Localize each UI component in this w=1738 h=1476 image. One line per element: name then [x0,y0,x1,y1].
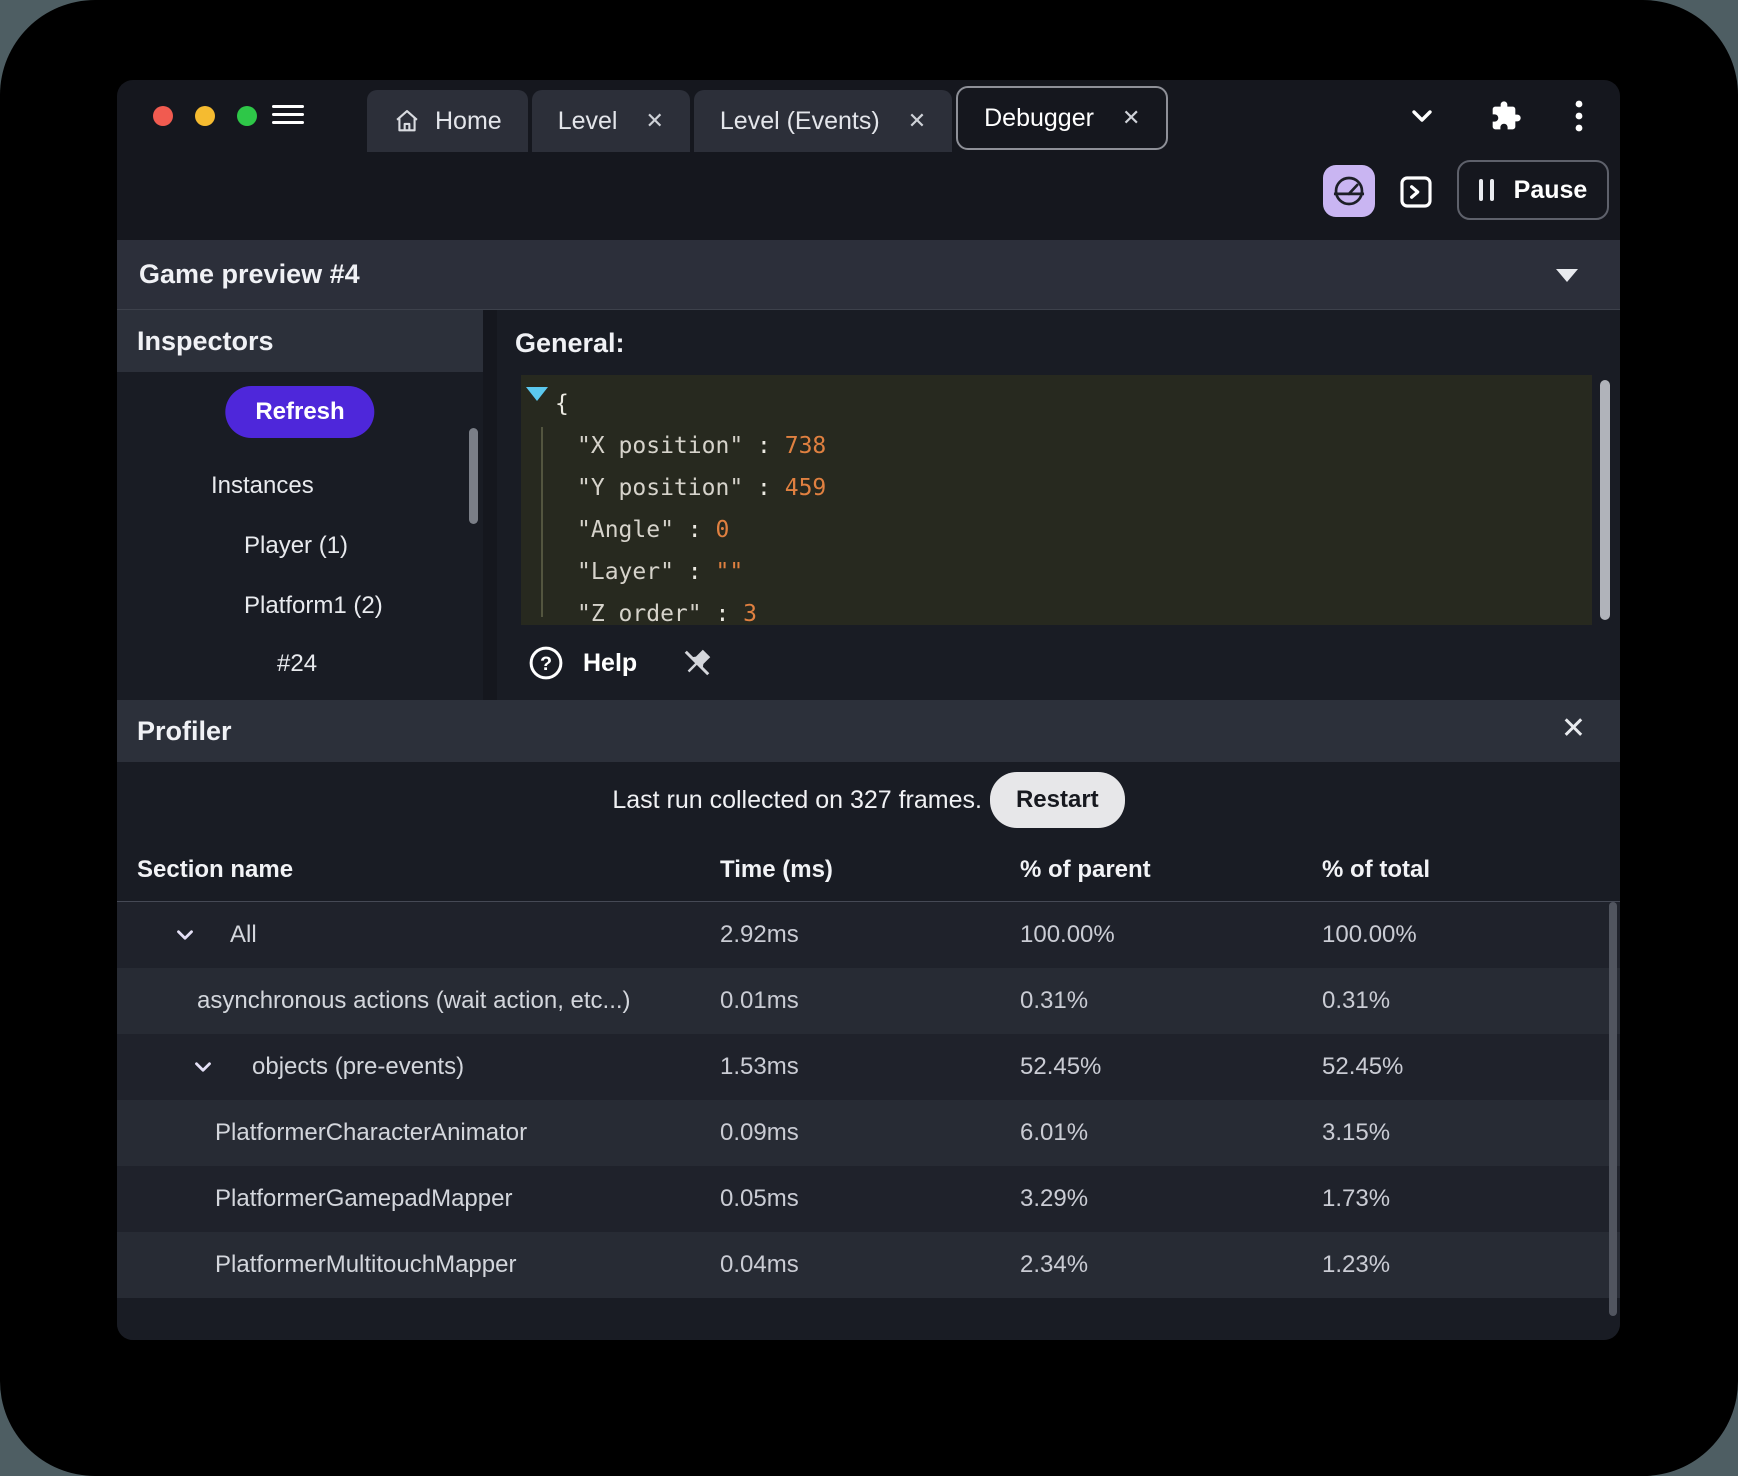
json-entry[interactable]: "Layer" : "" [521,551,1592,593]
tab-home[interactable]: Home [367,90,528,152]
game-preview-title: Game preview #4 [139,259,360,289]
pause-icon [1478,179,1494,201]
header-section-name: Section name [137,856,294,883]
kebab-menu-icon[interactable] [1574,99,1584,133]
tab-debugger[interactable]: Debugger ✕ [956,86,1169,150]
tab-label: Home [435,106,502,135]
json-entry[interactable]: "X position" : 738 [521,425,1592,467]
debugger-window: Home Level ✕ Level (Events) ✕ Debugger ✕ [117,80,1620,1340]
pause-label: Pause [1513,175,1588,204]
tree-item-24[interactable]: #24 [277,639,317,689]
properties-json-view: { "X position" : 738 "Y position" : 459 … [521,375,1592,627]
chevron-down-icon[interactable] [1406,100,1438,132]
indent-guide [541,427,543,617]
json-entry[interactable]: "Y position" : 459 [521,467,1592,509]
table-row[interactable]: All 2.92ms 100.00% 100.00% [117,902,1620,968]
header-pct-parent: % of parent [1020,856,1151,883]
svg-text:?: ? [540,653,552,675]
home-icon [396,110,418,132]
minimize-window-button[interactable] [195,106,215,126]
inspectors-panel: Inspectors Refresh Instances Player (1) … [117,310,483,700]
tab-label: Level [557,106,618,135]
tree-item-instances[interactable]: Instances [211,461,314,511]
close-window-button[interactable] [153,106,173,126]
preview-collapse-caret-icon[interactable] [1556,269,1578,282]
collapse-row-icon[interactable] [190,1054,216,1080]
help-row: ? Help [497,632,1620,694]
profiler-title: Profiler [137,715,232,746]
header-pct-total: % of total [1322,856,1430,883]
properties-scrollbar[interactable] [1600,380,1610,620]
header-time: Time (ms) [720,856,833,883]
tab-level-events[interactable]: Level (Events) ✕ [693,90,953,152]
close-tab-icon[interactable]: ✕ [908,110,926,132]
profiler-scrollbar[interactable] [1609,902,1617,1316]
pin-off-icon [684,649,711,676]
game-preview-bar[interactable]: Game preview #4 [117,240,1620,310]
unpin-button[interactable] [679,645,715,681]
table-row[interactable]: objects (pre-events) 1.53ms 52.45% 52.45… [117,1034,1620,1100]
json-open-brace: { [555,391,569,417]
extensions-puzzle-icon[interactable] [1490,100,1522,132]
tab-label: Level (Events) [719,106,880,135]
fullscreen-window-button[interactable] [237,106,257,126]
debugger-toolbar: Pause [117,152,1620,240]
table-row[interactable]: PlatformerMultitouchMapper 0.04ms 2.34% … [117,1232,1620,1298]
help-button[interactable]: ? Help [527,644,637,682]
table-row[interactable]: asynchronous actions (wait action, etc..… [117,968,1620,1034]
general-panel: General: { "X position" : 738 "Y positio… [497,310,1620,700]
console-icon [1400,176,1432,208]
help-label: Help [583,648,638,677]
table-row[interactable]: PlatformerCharacterAnimator 0.09ms 6.01%… [117,1100,1620,1166]
traffic-lights [153,106,257,126]
profiler-status-text: Last run collected on 327 frames. [612,785,982,814]
inspectors-tree: Refresh Instances Player (1) Platform1 (… [117,372,483,700]
pause-button[interactable]: Pause [1457,160,1609,220]
close-profiler-icon[interactable]: ✕ [1561,714,1586,744]
tree-item-platform1[interactable]: Platform1 (2) [244,581,383,631]
inspectors-header: Inspectors [117,310,483,372]
profiler-panel: Last run collected on 327 frames. Restar… [117,762,1620,1340]
tree-item-player[interactable]: Player (1) [244,521,348,571]
tabs: Home Level ✕ Level (Events) ✕ Debugger ✕ [367,80,1169,152]
profiler-table-header: Section name Time (ms) % of parent % of … [117,842,1620,902]
inspector-content: Inspectors Refresh Instances Player (1) … [117,310,1620,700]
main-menu-button[interactable] [272,105,304,127]
collapse-node-icon[interactable] [526,387,548,401]
json-entry[interactable]: "Z order" : 3 [521,593,1592,635]
profiler-header: Profiler ✕ [117,700,1620,762]
tab-level[interactable]: Level ✕ [531,90,690,152]
tabbar-right-actions [1406,80,1620,152]
inspectors-scrollbar[interactable] [469,428,478,524]
refresh-button[interactable]: Refresh [225,386,375,438]
general-title: General: [515,328,625,358]
console-button[interactable] [1395,171,1437,213]
tab-label: Debugger [984,103,1094,132]
close-tab-icon[interactable]: ✕ [1122,107,1140,129]
collapse-row-icon[interactable] [172,922,198,948]
tab-bar: Home Level ✕ Level (Events) ✕ Debugger ✕ [117,80,1620,152]
close-tab-icon[interactable]: ✕ [645,110,663,132]
question-circle-icon: ? [529,646,563,680]
gauge-icon [1333,176,1365,206]
profiler-status-row: Last run collected on 327 frames. Restar… [117,770,1620,830]
inspectors-title: Inspectors [137,325,274,356]
json-entry[interactable]: "Angle" : 0 [521,509,1592,551]
table-row[interactable]: PlatformerGamepadMapper 0.05ms 3.29% 1.7… [117,1166,1620,1232]
restart-button[interactable]: Restart [989,772,1125,828]
profiler-gauge-button[interactable] [1323,165,1375,217]
